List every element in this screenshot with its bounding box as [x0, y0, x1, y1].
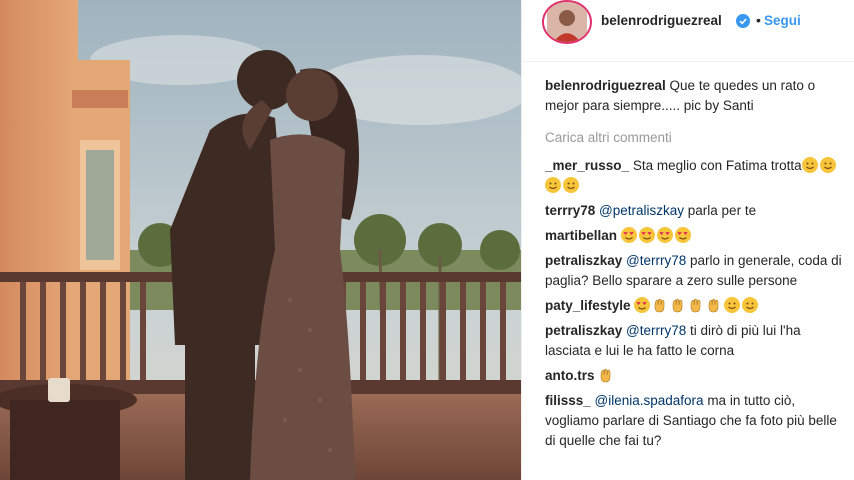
- comment-username[interactable]: terrry78: [545, 203, 595, 218]
- comment-mention[interactable]: @ilenia.spadafora: [591, 393, 704, 408]
- caption-username[interactable]: belenrodriguezreal: [545, 78, 666, 93]
- comment-username[interactable]: petraliszkay: [545, 323, 622, 338]
- post-author-username[interactable]: belenrodriguezreal: [601, 13, 722, 28]
- comment-item: anto.trs: [545, 366, 845, 386]
- couple-balcony-photo: [0, 0, 521, 480]
- comment-username[interactable]: paty_lifestyle: [545, 298, 631, 313]
- comment-mention[interactable]: @terrry78: [622, 323, 686, 338]
- comment-item: petraliszkay @terrry78 ti dirò di più lu…: [545, 321, 845, 361]
- comment-item: terrry78 @petraliszkay parla per te: [545, 201, 845, 221]
- smile-emoji-icon: [724, 297, 741, 313]
- smile-emoji-icon: [563, 177, 579, 193]
- comment-item: martibellan: [545, 226, 845, 246]
- heart-eyes-emoji-icon: [656, 227, 673, 243]
- post-photo[interactable]: [0, 0, 521, 480]
- comment-username[interactable]: petraliszkay: [545, 253, 622, 268]
- header-separator: •: [756, 12, 761, 28]
- verified-badge-icon: [736, 14, 750, 28]
- comment-username[interactable]: anto.trs: [545, 368, 595, 383]
- comment-username[interactable]: martibellan: [545, 228, 617, 243]
- folded-hands-emoji-icon: [652, 297, 668, 313]
- upside-down-emoji-icon: [819, 157, 836, 173]
- heart-eyes-emoji-icon: [634, 297, 651, 313]
- wink-emoji-icon: [545, 177, 561, 193]
- raised-hands-emoji-icon: [598, 367, 614, 383]
- clap-emoji-icon: [706, 297, 722, 313]
- clap-emoji-icon: [688, 297, 704, 313]
- comments-list: belenrodriguezreal Que te quedes un rato…: [545, 76, 845, 456]
- load-more-comments-button[interactable]: Carica altri commenti: [545, 128, 845, 148]
- comment-item: _mer_russo_ Sta meglio con Fatima trotta: [545, 156, 845, 196]
- comment-username[interactable]: _mer_russo_: [545, 158, 629, 173]
- avatar[interactable]: [542, 0, 592, 44]
- comment-mention[interactable]: @petraliszkay: [595, 203, 684, 218]
- post-header: belenrodriguezreal • Segui: [522, 0, 854, 62]
- post-caption: belenrodriguezreal Que te quedes un rato…: [545, 76, 845, 116]
- comment-mention[interactable]: @terrry78: [622, 253, 686, 268]
- crying-laughing-emoji-icon: [801, 157, 818, 173]
- comment-item: paty_lifestyle: [545, 296, 845, 316]
- heart-eyes-emoji-icon: [674, 227, 691, 243]
- comment-text: parla per te: [684, 203, 757, 218]
- smile-emoji-icon: [742, 297, 759, 313]
- post-details-panel: belenrodriguezreal • Segui belenrodrigue…: [521, 0, 854, 480]
- heart-eyes-emoji-icon: [620, 227, 637, 243]
- heart-eyes-emoji-icon: [638, 227, 655, 243]
- clap-emoji-icon: [670, 297, 686, 313]
- comment-text: Sta meglio con Fatima trotta: [629, 158, 802, 173]
- comment-item: filisss_ @ilenia.spadafora ma in tutto c…: [545, 391, 845, 451]
- comment-username[interactable]: filisss_: [545, 393, 591, 408]
- comment-item: petraliszkay @terrry78 parlo in generale…: [545, 251, 845, 291]
- follow-button[interactable]: Segui: [764, 13, 801, 28]
- comment-items: _mer_russo_ Sta meglio con Fatima trotta…: [545, 156, 845, 451]
